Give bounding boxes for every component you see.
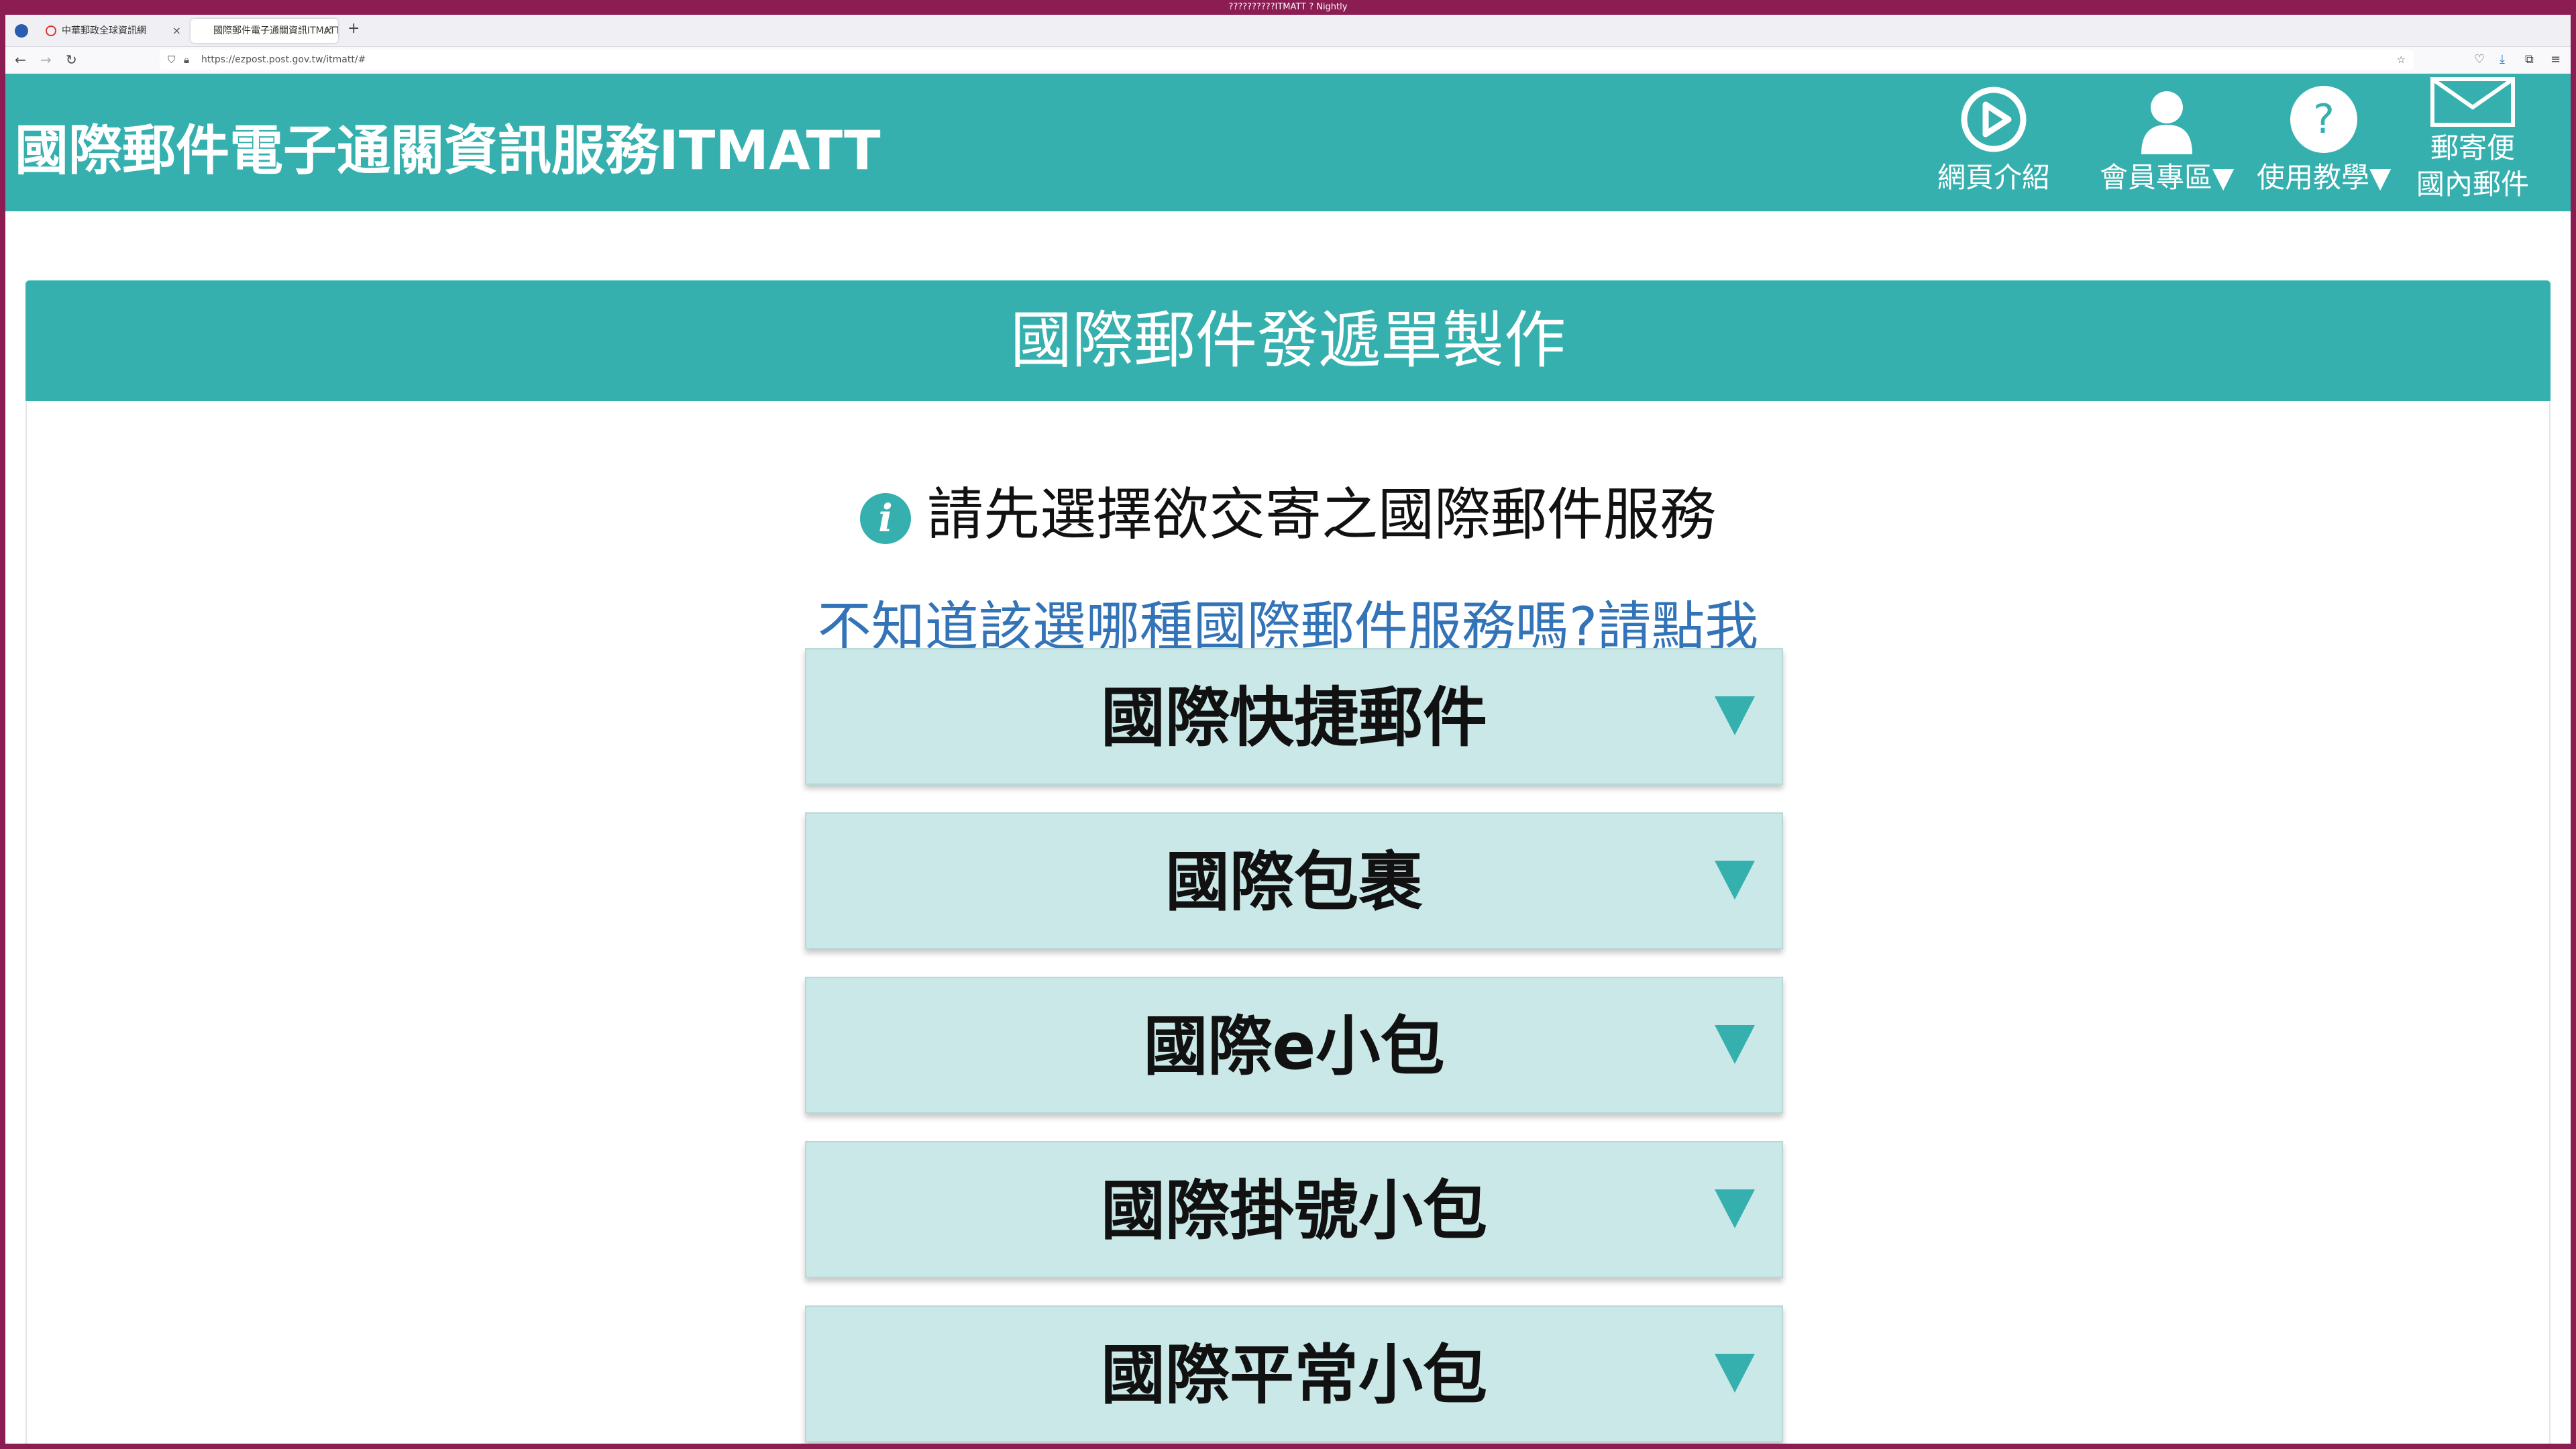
- nav-label-line1: 郵寄便: [2430, 131, 2516, 164]
- service-e-packet[interactable]: 國際e小包: [805, 977, 1783, 1114]
- service-label: 國際包裹: [1165, 845, 1423, 920]
- bookmark-star-icon[interactable]: ☆: [2397, 50, 2406, 70]
- address-bar[interactable]: ⛉ 🔒︎ https://ezpost.post.gov.tw/itmatt/#…: [160, 50, 2414, 70]
- pocket-icon[interactable]: ♡: [2474, 50, 2485, 70]
- forward-arrow-icon[interactable]: →: [40, 50, 52, 70]
- nav-label: 會員專區▼: [2100, 161, 2235, 194]
- service-ems[interactable]: 國際快捷郵件: [805, 648, 1783, 785]
- nav-label: 網頁介紹: [1937, 161, 2051, 194]
- url-text: https://ezpost.post.gov.tw/itmatt/#: [201, 54, 366, 65]
- service-label: 國際e小包: [1143, 1009, 1445, 1084]
- nav-label-line2: 國內郵件: [2416, 168, 2530, 201]
- downloads-icon[interactable]: ⤓: [2500, 50, 2505, 70]
- nav-tutorial[interactable]: ? 使用教學▼: [2257, 85, 2391, 196]
- browser-window: ??????????ITMATT ? Nightly 中華郵政全球資訊網 × 國…: [5, 0, 2571, 1444]
- close-tab-icon[interactable]: ×: [324, 19, 333, 43]
- expand-arrow-icon[interactable]: [1715, 1354, 1755, 1393]
- site-header: 國際郵件電子通關資訊服務ITMATT 網頁介紹 會員專區▼ ? 使用教學▼ 郵寄…: [5, 74, 2571, 211]
- envelope-icon: [2430, 77, 2515, 127]
- lock-icon[interactable]: 🔒︎: [184, 50, 189, 70]
- firefox-view-icon[interactable]: [15, 24, 28, 38]
- user-icon: [2141, 91, 2193, 154]
- info-icon: i: [859, 493, 911, 545]
- back-arrow-icon[interactable]: ←: [15, 50, 26, 70]
- shield-icon[interactable]: ⛉: [168, 50, 175, 70]
- favicon-icon: [46, 25, 56, 36]
- service-label: 國際平常小包: [1101, 1338, 1487, 1413]
- tab-itmatt[interactable]: 國際郵件電子通關資訊ITMATT ×: [191, 19, 338, 43]
- service-parcel[interactable]: 國際包裹: [805, 812, 1783, 949]
- service-registered-small-packet[interactable]: 國際掛號小包: [805, 1141, 1783, 1278]
- tab-chunghwa-post[interactable]: 中華郵政全球資訊網 ×: [39, 19, 186, 43]
- tab-label: 中華郵政全球資訊網: [62, 25, 146, 36]
- service-label: 國際掛號小包: [1101, 1173, 1487, 1248]
- question-circle-icon: ?: [2290, 86, 2358, 153]
- expand-arrow-icon[interactable]: [1715, 861, 1755, 900]
- expand-arrow-icon[interactable]: [1715, 1025, 1755, 1064]
- service-ordinary-small-packet[interactable]: 國際平常小包: [805, 1305, 1783, 1442]
- play-circle-icon: [1961, 87, 2027, 152]
- expand-arrow-icon[interactable]: [1715, 696, 1755, 735]
- tab-strip: 中華郵政全球資訊網 × 國際郵件電子通關資訊ITMATT × +: [5, 15, 2571, 47]
- nav-domestic-mail[interactable]: 郵寄便 國內郵件: [2416, 76, 2529, 203]
- new-tab-button[interactable]: +: [347, 20, 360, 37]
- service-label: 國際快捷郵件: [1101, 680, 1487, 755]
- site-title[interactable]: 國際郵件電子通關資訊服務ITMATT: [15, 107, 881, 185]
- window-titlebar: ??????????ITMATT ? Nightly: [5, 0, 2571, 15]
- tab-label: 國際郵件電子通關資訊ITMATT: [213, 25, 338, 36]
- web-page: 國際郵件電子通關資訊服務ITMATT 網頁介紹 會員專區▼ ? 使用教學▼ 郵寄…: [5, 74, 2571, 1444]
- reload-icon[interactable]: ↻: [66, 50, 77, 70]
- nav-member-area[interactable]: 會員專區▼: [2100, 85, 2234, 196]
- nav-site-intro[interactable]: 網頁介紹: [1937, 85, 2050, 196]
- nav-label: 使用教學▼: [2257, 161, 2392, 194]
- expand-arrow-icon[interactable]: [1715, 1189, 1755, 1228]
- menu-icon[interactable]: ≡: [2551, 50, 2561, 70]
- section-title: 國際郵件發遞單製作: [25, 280, 2551, 401]
- select-service-prompt: i 請先選擇欲交寄之國際郵件服務: [5, 470, 2571, 551]
- question-mark: ?: [2313, 96, 2334, 143]
- navigation-toolbar: ← → ↻ ⛉ 🔒︎ https://ezpost.post.gov.tw/it…: [5, 47, 2571, 74]
- prompt-text: 請先選擇欲交寄之國際郵件服務: [926, 482, 1716, 547]
- extensions-icon[interactable]: ⧉: [2525, 50, 2534, 70]
- close-tab-icon[interactable]: ×: [172, 19, 181, 43]
